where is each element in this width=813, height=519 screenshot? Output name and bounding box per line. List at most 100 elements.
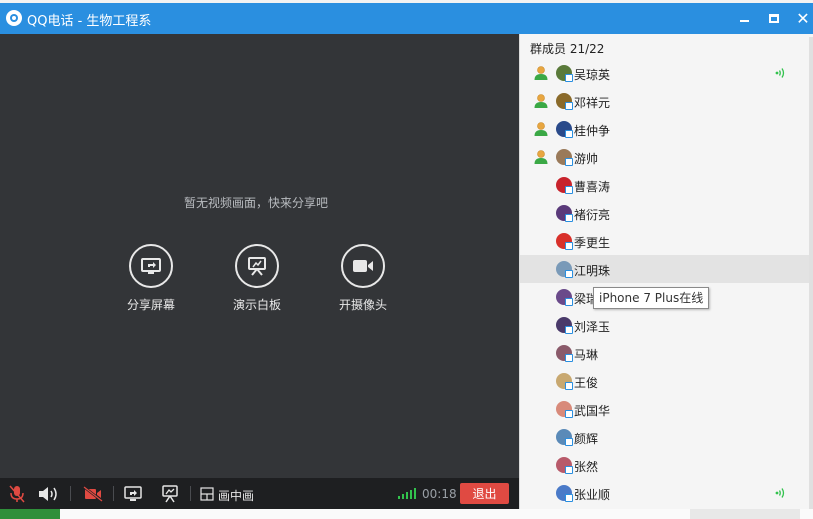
window-title: QQ电话 - 生物工程系 bbox=[27, 14, 152, 29]
member-name: 颜辉 bbox=[574, 432, 599, 446]
whiteboard-icon bbox=[162, 485, 178, 503]
member-row[interactable]: 张业顺 bbox=[520, 479, 813, 507]
phone-device-icon bbox=[565, 186, 573, 194]
member-count-header: 群成员 21/22 bbox=[530, 42, 605, 56]
speaker-button[interactable] bbox=[37, 485, 59, 503]
qq-call-app-icon bbox=[6, 10, 22, 26]
toolbar-divider bbox=[113, 486, 114, 501]
member-row[interactable]: 刘泽玉 bbox=[520, 311, 813, 339]
share-screen-button[interactable]: 分享屏幕 bbox=[106, 244, 196, 313]
desktop-background-bottom bbox=[0, 509, 813, 519]
phone-device-icon bbox=[565, 494, 573, 502]
close-button[interactable]: ✕ bbox=[794, 8, 812, 28]
member-name: 刘泽玉 bbox=[574, 320, 611, 334]
member-row[interactable]: 褚衍亮 bbox=[520, 199, 813, 227]
member-row[interactable]: 颜辉 bbox=[520, 423, 813, 451]
video-area: 暂无视频画面，快来分享吧 分享屏幕 演示白板 开摄像头 bbox=[0, 34, 519, 478]
share-screen-icon bbox=[129, 244, 173, 288]
camera-button[interactable]: 开摄像头 bbox=[318, 244, 408, 313]
phone-device-icon bbox=[565, 298, 573, 306]
speaking-indicator-icon bbox=[774, 486, 788, 500]
member-name: 马琳 bbox=[574, 348, 599, 362]
signal-strength-icon bbox=[398, 488, 416, 499]
minimize-icon bbox=[739, 20, 749, 22]
member-row[interactable]: 王俊 bbox=[520, 367, 813, 395]
maximize-button[interactable] bbox=[765, 9, 783, 27]
member-name: 武国华 bbox=[574, 404, 611, 418]
phone-device-icon bbox=[565, 438, 573, 446]
speaker-icon bbox=[39, 487, 57, 501]
phone-device-icon bbox=[565, 74, 573, 82]
member-panel: 群成员 21/22 吴琼英 邓祥元 桂仲争 游帅 曹喜涛 褚衍亮 季更生 江明珠 梁瑞 刘泽玉 马琳… bbox=[519, 34, 813, 509]
phone-device-icon bbox=[565, 382, 573, 390]
member-name: 曹喜涛 bbox=[574, 180, 611, 194]
call-timer: 00:18 bbox=[422, 487, 457, 501]
minimize-button[interactable] bbox=[735, 9, 753, 27]
share-screen-icon bbox=[124, 486, 142, 501]
member-host-icon bbox=[533, 65, 549, 81]
phone-device-icon bbox=[565, 354, 573, 362]
camera-icon bbox=[341, 244, 385, 288]
member-name: 季更生 bbox=[574, 236, 611, 250]
member-row[interactable]: 马琳 bbox=[520, 339, 813, 367]
member-name: 江明珠 bbox=[574, 264, 611, 278]
phone-device-icon bbox=[565, 326, 573, 334]
desktop-window-fragment bbox=[690, 509, 800, 519]
member-row[interactable]: 吴琼英 bbox=[520, 59, 813, 87]
member-name: 张然 bbox=[574, 460, 599, 474]
toolbar-whiteboard-button[interactable] bbox=[160, 485, 180, 503]
phone-device-icon bbox=[565, 130, 573, 138]
member-name: 邓祥元 bbox=[574, 96, 611, 110]
device-online-tooltip: iPhone 7 Plus在线 bbox=[593, 287, 710, 309]
member-list-scrollbar[interactable] bbox=[809, 37, 813, 509]
member-name: 王俊 bbox=[574, 376, 599, 390]
toolbar-divider bbox=[190, 486, 191, 501]
member-name: 游帅 bbox=[574, 152, 599, 166]
phone-device-icon bbox=[565, 214, 573, 222]
camera-off-icon bbox=[83, 486, 103, 502]
picture-in-picture-label[interactable]: 画中画 bbox=[218, 487, 254, 504]
picture-in-picture-icon bbox=[200, 487, 214, 501]
member-row[interactable]: 张然 bbox=[520, 451, 813, 479]
picture-in-picture-button[interactable] bbox=[199, 485, 215, 503]
whiteboard-label: 演示白板 bbox=[232, 298, 281, 312]
member-host-icon bbox=[533, 121, 549, 137]
close-icon: ✕ bbox=[796, 8, 810, 28]
member-name: 褚衍亮 bbox=[574, 208, 611, 222]
phone-device-icon bbox=[565, 242, 573, 250]
member-name: 桂仲争 bbox=[574, 124, 611, 138]
phone-device-icon bbox=[565, 270, 573, 278]
member-host-icon bbox=[533, 93, 549, 109]
phone-device-icon bbox=[565, 466, 573, 474]
microphone-muted-icon bbox=[9, 485, 25, 503]
microphone-muted-button[interactable] bbox=[8, 485, 26, 503]
title-bar[interactable]: QQ电话 - 生物工程系 ✕ bbox=[0, 3, 813, 34]
no-video-hint: 暂无视频画面，快来分享吧 bbox=[183, 196, 328, 210]
call-toolbar: 画中画 00:18 退出 bbox=[0, 478, 519, 509]
member-name: 吴琼英 bbox=[574, 68, 611, 82]
member-row[interactable]: 邓祥元 bbox=[520, 87, 813, 115]
share-screen-label: 分享屏幕 bbox=[126, 298, 175, 312]
exit-call-button[interactable]: 退出 bbox=[460, 483, 509, 504]
member-row[interactable]: 江明珠 bbox=[520, 255, 813, 283]
toolbar-divider bbox=[70, 486, 71, 501]
member-row[interactable]: 游帅 bbox=[520, 143, 813, 171]
maximize-icon bbox=[769, 13, 779, 23]
phone-device-icon bbox=[565, 102, 573, 110]
phone-device-icon bbox=[565, 410, 573, 418]
member-host-icon bbox=[533, 149, 549, 165]
member-row[interactable]: 桂仲争 bbox=[520, 115, 813, 143]
qq-call-window: QQ电话 - 生物工程系 ✕ 暂无视频画面，快来分享吧 分享屏幕 演示白板 开摄… bbox=[0, 3, 813, 509]
member-name: 张业顺 bbox=[574, 488, 611, 502]
phone-device-icon bbox=[565, 158, 573, 166]
member-row[interactable]: 曹喜涛 bbox=[520, 171, 813, 199]
camera-off-button[interactable] bbox=[83, 485, 103, 503]
speaking-indicator-icon bbox=[774, 66, 788, 80]
member-row[interactable]: 武国华 bbox=[520, 395, 813, 423]
toolbar-share-screen-button[interactable] bbox=[123, 485, 143, 503]
desktop-taskbar-fragment bbox=[0, 509, 60, 519]
member-list: 吴琼英 邓祥元 桂仲争 游帅 曹喜涛 褚衍亮 季更生 江明珠 梁瑞 刘泽玉 马琳 王俊 武国华 颜辉 张然张… bbox=[520, 59, 813, 507]
whiteboard-icon bbox=[235, 244, 279, 288]
whiteboard-button[interactable]: 演示白板 bbox=[212, 244, 302, 313]
member-row[interactable]: 季更生 bbox=[520, 227, 813, 255]
